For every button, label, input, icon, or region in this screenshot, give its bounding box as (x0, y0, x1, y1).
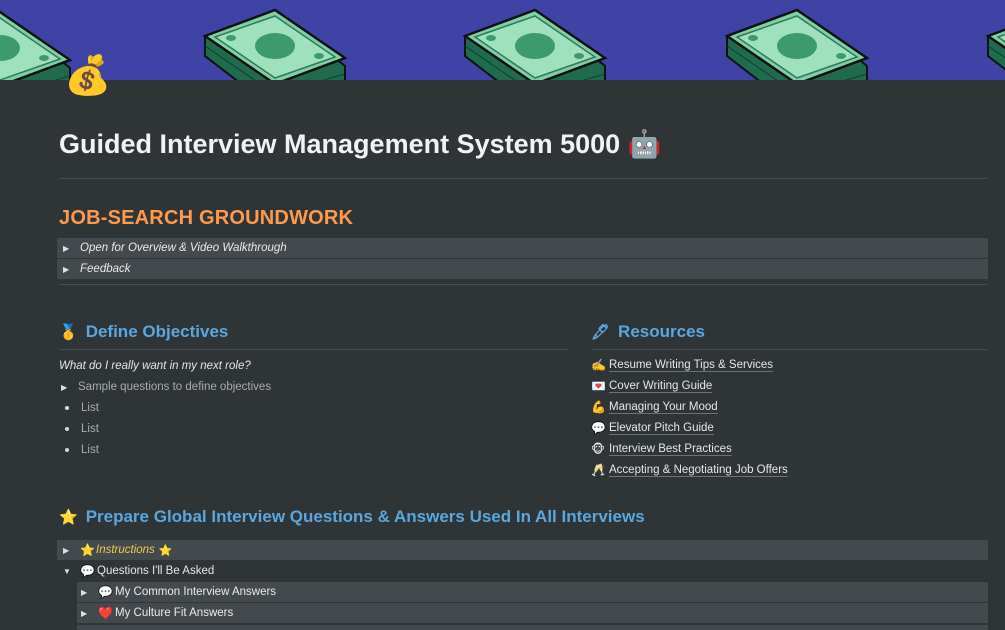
objectives-question: What do I really want in my next role? (59, 360, 251, 372)
resource-link-label[interactable]: Elevator Pitch Guide (609, 422, 714, 434)
heart-icon: ❤️ (98, 606, 113, 620)
heading-resources: 🖋 Resources (591, 322, 705, 342)
bullet-icon (65, 406, 69, 410)
speech-bubble-icon: 💬 (98, 585, 113, 599)
resource-link-elevator[interactable]: 💬 Elevator Pitch Guide (591, 420, 714, 436)
toggle-questions-asked[interactable]: ▼ 💬 Questions I'll Be Asked (63, 563, 214, 579)
resource-link-mood[interactable]: 💪 Managing Your Mood (591, 399, 718, 415)
resource-link-offers[interactable]: 🥂 Accepting & Negotiating Job Offers (591, 462, 788, 478)
love-letter-icon: 💌 (591, 379, 606, 393)
toggle-label: Feedback (80, 263, 131, 275)
toggle-sample-questions[interactable]: ▶ Sample questions to define objectives (61, 379, 271, 395)
heading-text: Resources (618, 322, 705, 341)
toggle-triangle-icon[interactable]: ▶ (81, 588, 89, 597)
resource-link-resume[interactable]: ✍️ Resume Writing Tips & Services (591, 357, 773, 373)
resource-link-interview[interactable]: 🐵 Interview Best Practices (591, 441, 732, 457)
list-item[interactable]: List (59, 421, 99, 437)
toggle-label: Instructions (96, 544, 155, 556)
toggle-partial-row[interactable] (77, 625, 988, 630)
divider (59, 284, 987, 285)
monkey-icon: 🐵 (591, 442, 605, 456)
list-item-text: List (81, 444, 99, 456)
resource-link-label[interactable]: Interview Best Practices (609, 443, 732, 455)
toggle-triangle-open-icon[interactable]: ▼ (63, 567, 71, 576)
list-item-text: List (81, 402, 99, 414)
resource-link-label[interactable]: Managing Your Mood (609, 401, 718, 413)
toggle-triangle-icon[interactable]: ▶ (63, 244, 71, 253)
page-title[interactable]: Guided Interview Management System 5000 … (59, 128, 661, 160)
resource-link-cover[interactable]: 💌 Cover Writing Guide (591, 378, 712, 394)
toggle-label: Sample questions to define objectives (78, 381, 272, 393)
star-icon: ⭐ (80, 543, 95, 557)
writing-hand-icon: ✍️ (591, 358, 606, 372)
toggle-instructions[interactable]: ▶ ⭐ Instructions ⭐ (57, 540, 988, 560)
list-item[interactable]: List (59, 400, 99, 416)
cover-banner[interactable] (0, 0, 1005, 80)
money-pattern-illustration (0, 8, 1005, 80)
clinking-glasses-icon: 🥂 (591, 463, 606, 477)
heading-text: Define Objectives (85, 322, 229, 341)
toggle-triangle-icon[interactable]: ▶ (63, 265, 71, 274)
divider (59, 178, 987, 179)
toggle-feedback[interactable]: ▶ Feedback (57, 259, 988, 279)
toggle-overview-walkthrough[interactable]: ▶ Open for Overview & Video Walkthrough (57, 238, 988, 258)
toggle-triangle-icon[interactable]: ▶ (63, 546, 71, 555)
list-item[interactable]: List (59, 442, 99, 458)
resource-link-label[interactable]: Resume Writing Tips & Services (609, 359, 773, 371)
list-item-text: List (81, 423, 99, 435)
heading-global-questions: ⭐ Prepare Global Interview Questions & A… (59, 507, 645, 527)
toggle-label: My Common Interview Answers (115, 586, 277, 598)
toggle-label: My Culture Fit Answers (115, 607, 234, 619)
medal-icon: 🥇 (59, 324, 78, 341)
bullet-icon (65, 427, 69, 431)
speech-bubble-icon: 💬 (80, 564, 95, 578)
toggle-triangle-icon[interactable]: ▶ (81, 609, 89, 618)
toggle-common-answers[interactable]: ▶ 💬 My Common Interview Answers (77, 582, 988, 602)
bullet-icon (65, 448, 69, 452)
divider (59, 349, 569, 350)
heading-text: Prepare Global Interview Questions & Ans… (85, 507, 645, 526)
toggle-triangle-icon[interactable]: ▶ (61, 383, 69, 392)
toggle-culture-fit[interactable]: ▶ ❤️ My Culture Fit Answers (77, 603, 988, 623)
pen-icon: 🖋 (591, 324, 611, 341)
heading-define-objectives: 🥇 Define Objectives (59, 322, 228, 342)
page-icon-money-bag[interactable]: 💰 (64, 52, 111, 100)
toggle-label: Open for Overview & Video Walkthrough (80, 242, 287, 254)
speech-bubble-icon: 💬 (591, 421, 606, 435)
toggle-label: Questions I'll Be Asked (97, 565, 215, 577)
resource-link-label[interactable]: Accepting & Negotiating Job Offers (609, 464, 788, 476)
divider (591, 349, 987, 350)
star-icon: ⭐ (158, 544, 173, 557)
section-heading-groundwork: JOB-SEARCH GROUNDWORK (59, 207, 354, 229)
resource-link-label[interactable]: Cover Writing Guide (609, 380, 712, 392)
star-icon: ⭐ (59, 509, 78, 526)
flexed-biceps-icon: 💪 (591, 400, 606, 414)
